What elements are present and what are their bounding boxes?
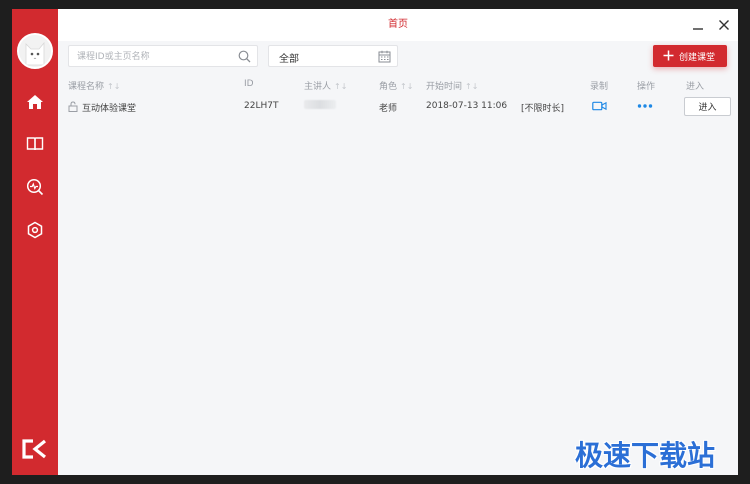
column-header-name[interactable]: 课程名称 ↑↓	[68, 79, 120, 92]
column-header-host-label: 主讲人	[304, 82, 332, 92]
filter-select[interactable]: 全部	[268, 45, 398, 67]
column-header-action: 操作	[637, 79, 655, 92]
column-header-start-time-label: 开始时间	[426, 82, 463, 92]
search-input[interactable]	[77, 49, 227, 64]
enter-classroom-label: 进入	[698, 103, 717, 113]
sidebar	[12, 9, 58, 475]
app-window: 首页 全部	[12, 9, 738, 475]
watermark: 极速下载站	[575, 439, 716, 472]
close-icon	[719, 20, 729, 30]
column-header-record: 录制	[590, 79, 608, 92]
search-box	[68, 45, 258, 67]
avatar[interactable]	[17, 33, 53, 69]
cat-avatar-icon	[19, 35, 51, 67]
column-header-enter-label: 进入	[686, 82, 705, 92]
stats-icon	[26, 178, 44, 196]
column-header-name-label: 课程名称	[68, 82, 105, 92]
row-duration: [不限时长]	[521, 104, 565, 114]
sidebar-item-book[interactable]	[23, 132, 47, 156]
column-header-start-time[interactable]: 开始时间 ↑↓	[426, 79, 478, 92]
sidebar-item-home[interactable]	[23, 90, 47, 114]
sidebar-item-stats[interactable]	[23, 175, 47, 199]
search-icon[interactable]	[238, 50, 251, 63]
column-header-role[interactable]: 角色 ↑↓	[379, 79, 413, 92]
filter-value: 全部	[279, 54, 299, 65]
book-icon	[26, 137, 44, 151]
video-camera-icon[interactable]	[592, 101, 607, 111]
minimize-icon	[693, 28, 703, 30]
column-header-record-label: 录制	[590, 82, 609, 92]
sort-icon: ↑↓	[334, 82, 348, 91]
sort-icon: ↑↓	[400, 82, 414, 91]
row-course-name: 互动体验课堂	[82, 104, 137, 114]
create-classroom-label: 创建课堂	[679, 53, 716, 63]
calendar-icon	[378, 50, 391, 63]
minimize-button[interactable]	[690, 17, 706, 33]
row-start-time: 2018-07-13 11:06	[426, 101, 508, 111]
brand-logo	[22, 439, 48, 459]
close-button[interactable]	[716, 17, 732, 33]
create-classroom-button[interactable]: 创建课堂	[653, 45, 727, 67]
row-host-redacted	[304, 100, 336, 109]
hexagon-settings-icon	[27, 221, 43, 239]
window-title: 首页	[388, 19, 408, 30]
enter-classroom-button[interactable]: 进入	[684, 97, 731, 116]
column-header-action-label: 操作	[637, 82, 656, 92]
column-header-host[interactable]: 主讲人 ↑↓	[304, 79, 347, 92]
more-options-icon[interactable]	[637, 103, 653, 109]
column-header-id: ID	[244, 79, 254, 89]
row-course-id: 22LH7T	[244, 101, 279, 111]
sort-icon: ↑↓	[465, 82, 479, 91]
home-icon	[27, 95, 43, 109]
screen-frame: 首页 全部	[0, 0, 750, 484]
sort-icon: ↑↓	[107, 82, 121, 91]
column-header-id-label: ID	[244, 79, 254, 89]
plus-icon	[663, 50, 674, 61]
title-bar: 首页	[58, 9, 738, 41]
column-header-role-label: 角色	[379, 82, 398, 92]
sidebar-item-settings[interactable]	[23, 218, 47, 242]
lock-icon	[68, 101, 78, 112]
row-role: 老师	[379, 104, 398, 114]
column-header-enter: 进入	[686, 79, 704, 92]
ck-logo-icon	[22, 439, 46, 459]
